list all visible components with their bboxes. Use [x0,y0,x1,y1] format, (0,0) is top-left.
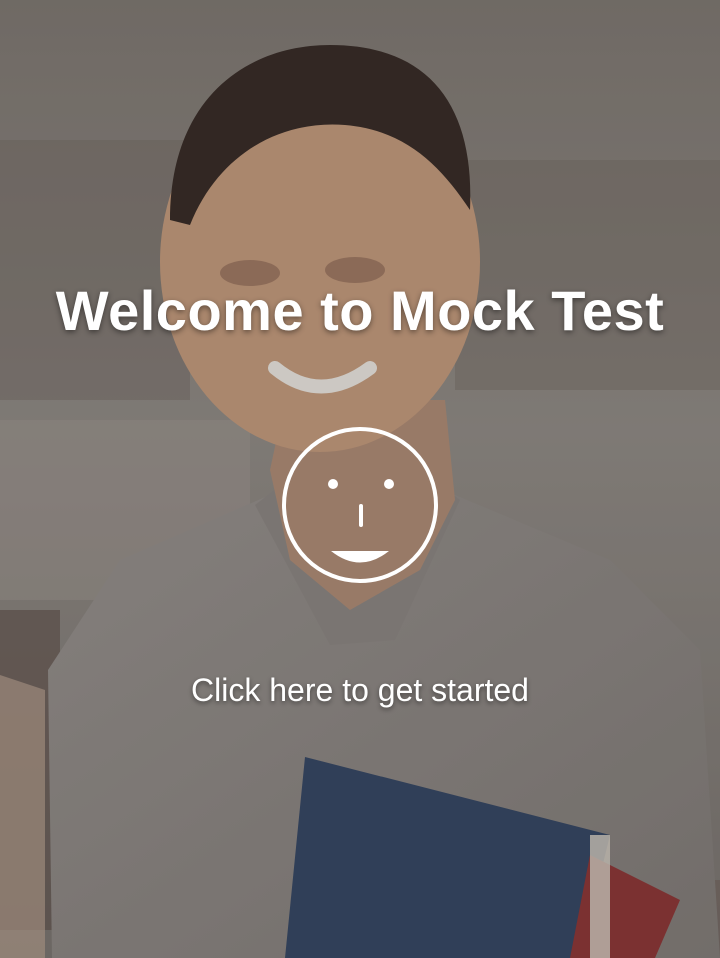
get-started-link[interactable]: Click here to get started [0,672,720,709]
smiley-face-icon[interactable] [279,424,441,586]
welcome-screen: Welcome to Mock Test Click here to get s… [0,0,720,958]
page-title: Welcome to Mock Test [55,279,665,342]
